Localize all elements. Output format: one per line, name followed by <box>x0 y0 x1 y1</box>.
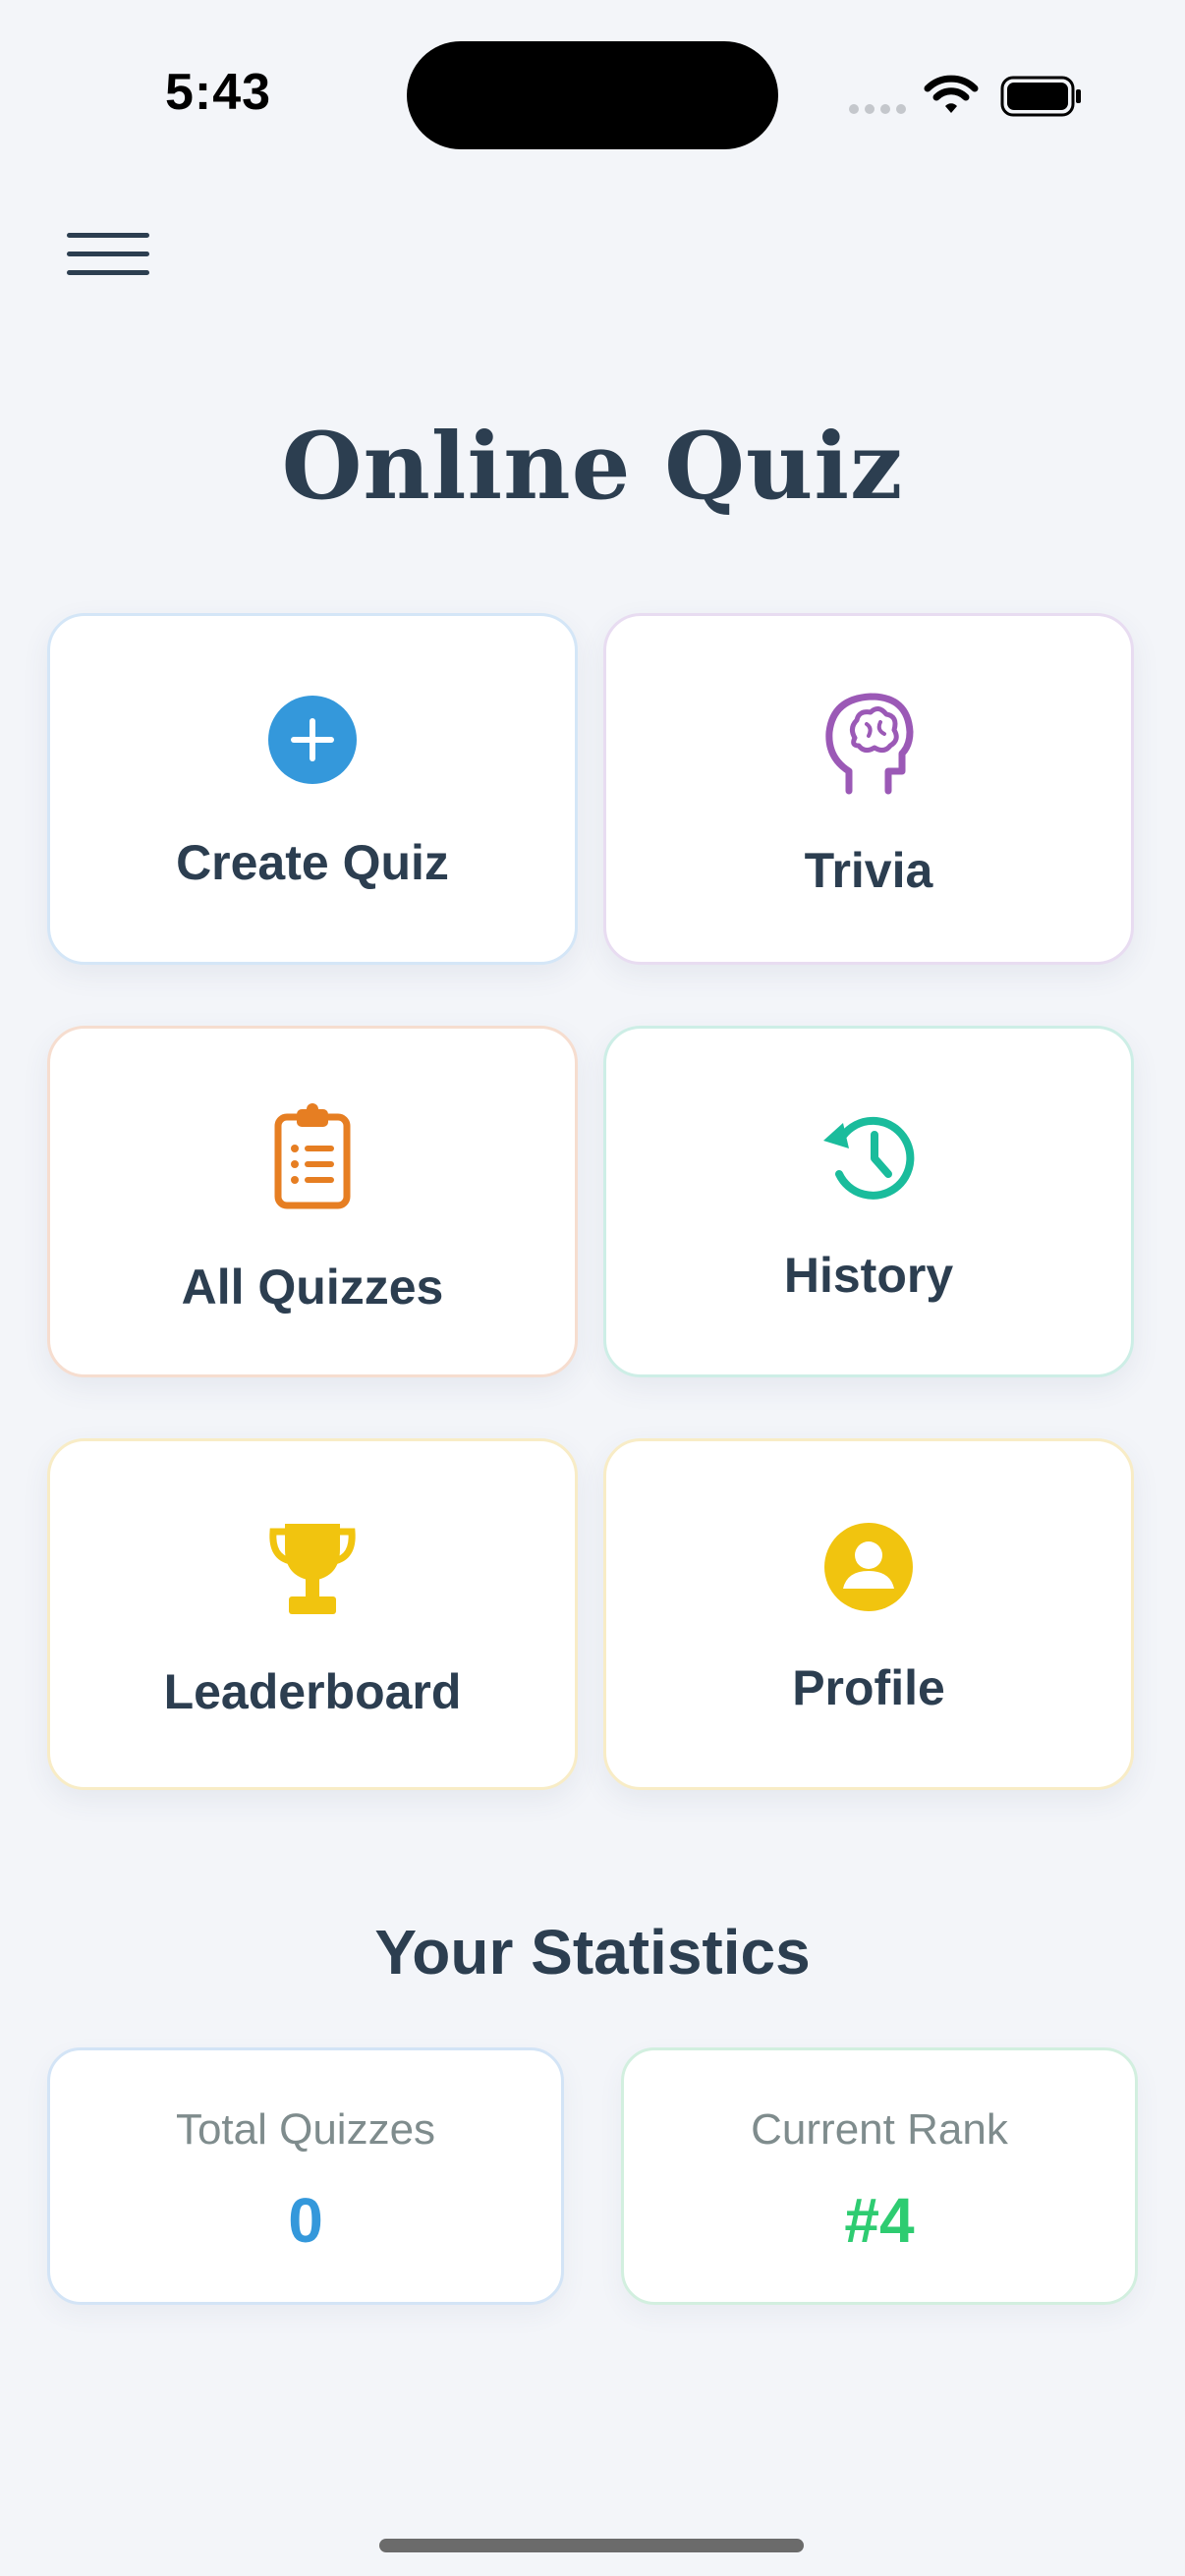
trivia-tile[interactable]: Trivia <box>603 613 1134 965</box>
trophy-icon <box>267 1520 358 1623</box>
battery-icon <box>1000 75 1083 123</box>
total-quizzes-value: 0 <box>288 2185 323 2256</box>
tile-label: All Quizzes <box>181 1260 444 1315</box>
cellular-signal-icon <box>849 104 906 114</box>
tile-label: Trivia <box>804 843 933 898</box>
current-rank-card: Current Rank #4 <box>621 2047 1138 2305</box>
tile-label: History <box>783 1248 954 1303</box>
tile-label: Leaderboard <box>163 1664 462 1719</box>
create-quiz-tile[interactable]: Create Quiz <box>47 613 578 965</box>
total-quizzes-card: Total Quizzes 0 <box>47 2047 564 2305</box>
all-quizzes-tile[interactable]: All Quizzes <box>47 1026 578 1377</box>
brain-head-icon <box>819 689 918 802</box>
stat-label: Total Quizzes <box>175 2105 436 2154</box>
status-bar: 5:43 <box>0 0 1185 196</box>
wifi-icon <box>924 73 979 121</box>
home-indicator[interactable] <box>379 2539 804 2552</box>
profile-tile[interactable]: Profile <box>603 1438 1134 1790</box>
plus-circle-icon <box>267 695 358 790</box>
tile-label: Profile <box>792 1660 945 1715</box>
dynamic-island <box>407 41 778 149</box>
tile-label: Create Quiz <box>176 835 449 890</box>
clipboard-list-icon <box>273 1103 352 1214</box>
stat-label: Current Rank <box>751 2105 1008 2154</box>
page-title: Online Quiz <box>281 413 904 521</box>
leaderboard-tile[interactable]: Leaderboard <box>47 1438 578 1790</box>
status-time: 5:43 <box>165 64 272 121</box>
history-tile[interactable]: History <box>603 1026 1134 1377</box>
statistics-heading: Your Statistics <box>374 1917 811 1988</box>
menu-button[interactable] <box>63 228 153 281</box>
history-clock-icon <box>819 1109 918 1208</box>
current-rank-value: #4 <box>844 2185 915 2256</box>
user-circle-icon <box>823 1522 914 1617</box>
